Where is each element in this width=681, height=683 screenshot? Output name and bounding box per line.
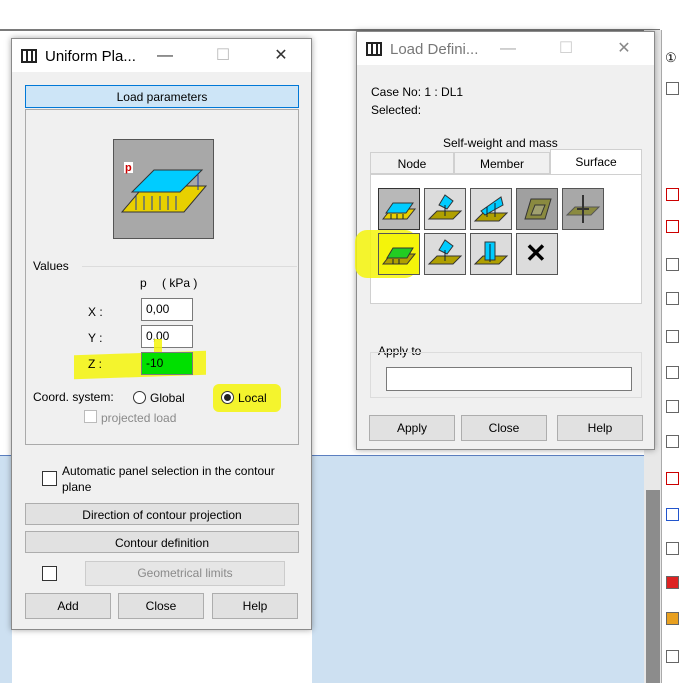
tab-node[interactable]: Node: [370, 152, 454, 174]
z-highlight-mark: [154, 339, 162, 353]
toolbar-icon-10[interactable]: [666, 472, 679, 485]
viewport-area[interactable]: [312, 455, 644, 683]
edge-load-tool[interactable]: [470, 233, 512, 275]
planar-load-contour-tool[interactable]: [378, 233, 420, 275]
toolbar-icon-11[interactable]: [666, 508, 679, 521]
toolbar-icon-7[interactable]: [666, 366, 679, 379]
local-label: Local: [238, 391, 267, 405]
load-definition-dialog: Load Defini... — ☐ ✕ Case No: 1 : DL1 Se…: [355, 31, 655, 450]
right-toolbar: ①: [661, 30, 681, 683]
toolbar-icon-4[interactable]: [666, 258, 679, 271]
thermal-load-tool[interactable]: [562, 188, 604, 230]
tab-member[interactable]: Member: [454, 152, 550, 174]
toolbar-icon-6[interactable]: [666, 330, 679, 343]
toolbar-icon-13[interactable]: [666, 576, 679, 589]
apply-button[interactable]: Apply: [369, 415, 455, 441]
projected-load-label: projected load: [101, 411, 177, 425]
uniform-planar-load-tool[interactable]: [378, 188, 420, 230]
values-label: Values: [33, 259, 69, 273]
uniform-planar-load-dialog: Uniform Pla... — ☐ ✕ Load parameters p V…: [11, 38, 312, 630]
toolbar-icon-2[interactable]: [666, 188, 679, 201]
geometrical-limits-button[interactable]: Geometrical limits: [85, 561, 285, 586]
self-weight-mass-button[interactable]: Self-weight and mass: [443, 136, 558, 150]
load-type-image: p: [113, 139, 214, 239]
scrollbar-thumb[interactable]: [646, 490, 660, 683]
toolbar-icon-1[interactable]: [666, 82, 679, 95]
z-value-field[interactable]: -10: [141, 352, 193, 375]
delete-load-tool[interactable]: ✕: [516, 233, 558, 275]
x-value-field[interactable]: 0,00: [141, 298, 193, 321]
hydrostatic-load-tool[interactable]: [516, 188, 558, 230]
close-window-button[interactable]: ✕: [266, 45, 296, 67]
geometrical-limits-checkbox[interactable]: [42, 566, 57, 581]
coord-system-label: Coord. system:: [33, 390, 114, 404]
toolbar-icon-9[interactable]: [666, 435, 679, 448]
help-button[interactable]: Help: [557, 415, 643, 441]
app-icon: [21, 49, 37, 63]
delete-x-icon: ✕: [525, 238, 547, 268]
unit-label: ( kPa ): [162, 276, 198, 290]
close-window-button[interactable]: ✕: [609, 38, 639, 60]
help-button[interactable]: Help: [212, 593, 298, 619]
right-dialog-title: Load Defini...: [390, 41, 479, 58]
x-label: X :: [88, 305, 103, 319]
projected-load-checkbox[interactable]: [84, 410, 97, 423]
auto-panel-checkbox[interactable]: [42, 471, 57, 486]
close-button[interactable]: Close: [461, 415, 547, 441]
left-dialog-titlebar[interactable]: Uniform Pla... — ☐ ✕: [12, 39, 311, 72]
load-parameters-button[interactable]: Load parameters: [25, 85, 299, 108]
minimize-button[interactable]: —: [150, 45, 180, 67]
toolbar-icon-5[interactable]: [666, 292, 679, 305]
values-divider: [82, 266, 297, 267]
load-p-label: p: [125, 162, 132, 174]
y-value-field[interactable]: 0,00: [141, 325, 193, 348]
add-button[interactable]: Add: [25, 593, 111, 619]
maximize-button[interactable]: ☐: [208, 45, 238, 67]
toolbar-icon-15[interactable]: [666, 650, 679, 663]
global-radio[interactable]: [133, 391, 146, 404]
apply-to-field[interactable]: [386, 367, 632, 391]
minimize-button[interactable]: —: [493, 38, 523, 60]
toolbar-icon-12[interactable]: [666, 542, 679, 555]
point-load-contour-tool[interactable]: [424, 233, 466, 275]
global-label: Global: [150, 391, 185, 405]
contour-definition-button[interactable]: Contour definition: [25, 531, 299, 553]
circled-one-icon[interactable]: ①: [665, 50, 677, 66]
point-load-on-surface-tool[interactable]: [424, 188, 466, 230]
auto-panel-label: Automatic panel selection in the contour…: [62, 464, 275, 494]
y-label: Y :: [88, 331, 103, 345]
right-dialog-titlebar[interactable]: Load Defini... — ☐ ✕: [357, 32, 654, 65]
toolbar-icon-8[interactable]: [666, 400, 679, 413]
tab-surface[interactable]: Surface: [550, 149, 642, 175]
z-label: Z :: [88, 357, 102, 371]
selected-label: Selected:: [371, 103, 422, 117]
case-label: Case No: 1 : DL1: [371, 85, 464, 99]
maximize-button[interactable]: ☐: [551, 38, 581, 60]
toolbar-icon-14[interactable]: [666, 612, 679, 625]
local-radio[interactable]: [221, 391, 234, 404]
background-top: [0, 0, 681, 30]
linear-load-surface-tool[interactable]: [470, 188, 512, 230]
p-header: p: [140, 276, 147, 290]
toolbar-icon-3[interactable]: [666, 220, 679, 233]
left-dialog-title: Uniform Pla...: [45, 48, 136, 65]
app-icon: [366, 42, 382, 56]
direction-projection-button[interactable]: Direction of contour projection: [25, 503, 299, 525]
close-button[interactable]: Close: [118, 593, 204, 619]
